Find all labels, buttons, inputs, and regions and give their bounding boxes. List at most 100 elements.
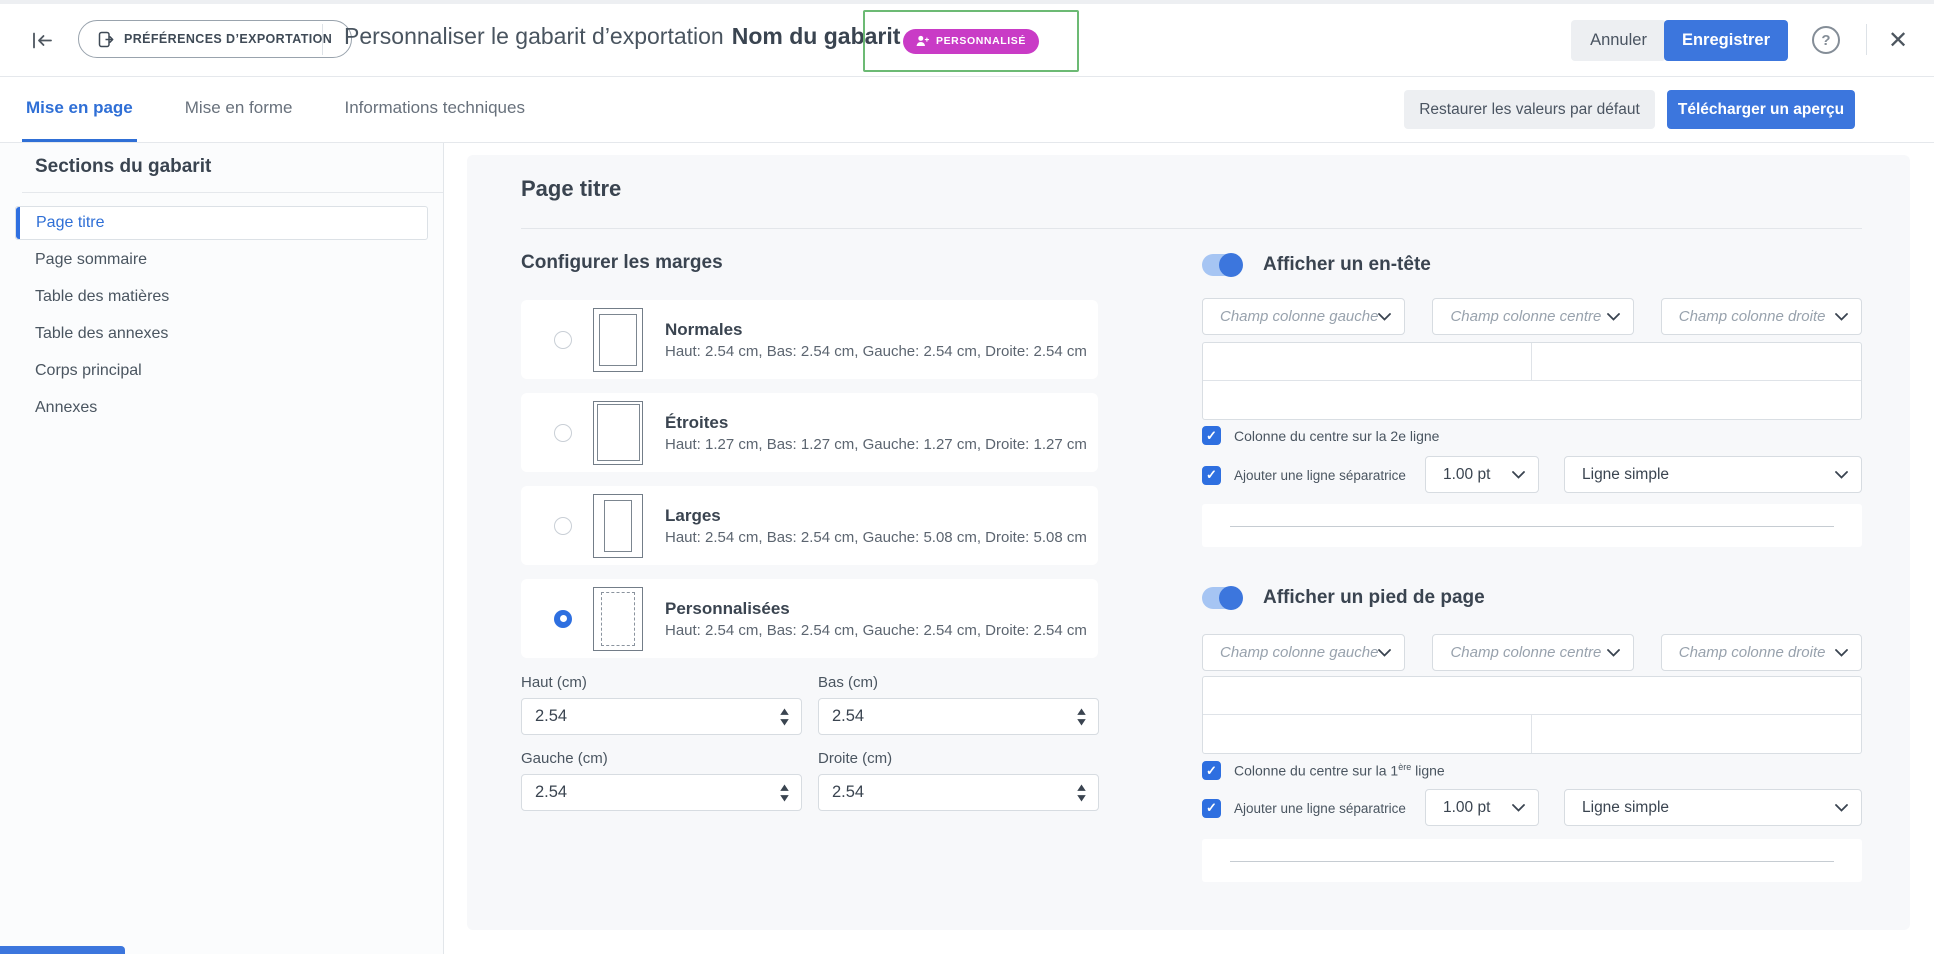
toggle-knob (1219, 253, 1243, 277)
number-input[interactable] (522, 775, 801, 810)
preview-row (1203, 343, 1861, 381)
footer-right-column-dropdown[interactable]: Champ colonne droite (1661, 634, 1862, 671)
dropdown-value: Ligne simple (1582, 799, 1669, 817)
haut-input[interactable] (521, 698, 802, 735)
person-icon (916, 35, 929, 47)
margin-narrow-icon (593, 401, 643, 465)
dropdown-placeholder: Champ colonne centre (1450, 644, 1601, 661)
chevron-down-icon (1607, 649, 1620, 657)
margin-option-etroites[interactable]: ÉtroitesHaut: 1.27 cm, Bas: 1.27 cm, Gau… (521, 393, 1098, 472)
radio-button[interactable] (554, 517, 572, 535)
help-icon[interactable] (1812, 26, 1840, 54)
section-title: Page titre (521, 176, 621, 202)
preview-cell (1532, 715, 1861, 753)
number-input[interactable] (522, 699, 801, 734)
preview-row (1203, 381, 1861, 419)
tab-mise-en-forme[interactable]: Mise en forme (181, 77, 297, 142)
back-button[interactable] (24, 22, 60, 58)
gauche-input[interactable] (521, 774, 802, 811)
tabs-bar: Mise en page Mise en forme Informations … (0, 77, 1934, 143)
footer-separator-width-dropdown[interactable]: 1.00 pt (1425, 789, 1539, 826)
footer-separator-preview (1202, 839, 1862, 882)
stepper-icon[interactable] (1076, 784, 1087, 801)
stepper-icon[interactable] (779, 784, 790, 801)
divider (322, 24, 323, 55)
toggle-knob (1219, 586, 1243, 610)
divider (1866, 24, 1867, 55)
radio-button[interactable] (554, 424, 572, 442)
checkbox[interactable] (1202, 466, 1221, 485)
field-label: Gauche (cm) (521, 750, 802, 767)
margin-option-label: Larges (665, 506, 1087, 526)
collapse-left-icon (32, 32, 53, 49)
field-label: Haut (cm) (521, 674, 802, 691)
sidebar-item-page-sommaire[interactable]: Page sommaire (15, 243, 428, 277)
download-preview-button[interactable]: Télécharger un aperçu (1667, 90, 1855, 129)
dropdown-value: 1.00 pt (1443, 799, 1490, 817)
save-button[interactable]: Enregistrer (1664, 20, 1788, 61)
margin-option-label: Normales (665, 320, 1087, 340)
sidebar-item-annexes[interactable]: Annexes (15, 391, 428, 425)
margin-option-desc: Haut: 2.54 cm, Bas: 2.54 cm, Gauche: 5.0… (665, 529, 1087, 546)
stepper-icon[interactable] (1076, 708, 1087, 725)
margin-normal-icon (593, 308, 643, 372)
footer-toggle[interactable] (1202, 587, 1242, 609)
chevron-down-icon (1512, 471, 1525, 479)
footer-center-line-row: Colonne du centre sur la 1ère ligne (1202, 761, 1445, 780)
cancel-button[interactable]: Annuler (1571, 20, 1666, 61)
footer-field-dropdowns: Champ colonne gauche Champ colonne centr… (1202, 634, 1862, 671)
checkbox[interactable] (1202, 426, 1221, 445)
field-haut: Haut (cm) (521, 674, 802, 735)
header-center-column-dropdown[interactable]: Champ colonne centre (1432, 298, 1633, 335)
header-right-column-dropdown[interactable]: Champ colonne droite (1661, 298, 1862, 335)
customized-badge-label: PERSONNALISÉ (936, 35, 1026, 47)
header-separator-preview (1202, 504, 1862, 547)
separator-line (1230, 861, 1834, 862)
dropdown-placeholder: Champ colonne gauche (1220, 644, 1378, 661)
number-input[interactable] (819, 699, 1098, 734)
header-left-column-dropdown[interactable]: Champ colonne gauche (1202, 298, 1405, 335)
stepper-icon[interactable] (779, 708, 790, 725)
export-preferences-button[interactable]: PRÉFÉRENCES D’EXPORTATION (78, 20, 352, 58)
radio-button[interactable] (554, 331, 572, 349)
sidebar-item-table-des-annexes[interactable]: Table des annexes (15, 317, 428, 351)
margin-option-personnalisees[interactable]: PersonnaliséesHaut: 2.54 cm, Bas: 2.54 c… (521, 579, 1098, 658)
margin-option-larges[interactable]: Larges Haut: 2.54 cm, Bas: 2.54 cm, Gauch… (521, 486, 1098, 565)
footer-left-column-dropdown[interactable]: Champ colonne gauche (1202, 634, 1405, 671)
sidebar-item-page-titre[interactable]: Page titre (15, 206, 428, 240)
sidebar-item-table-des-matieres[interactable]: Table des matières (15, 280, 428, 314)
tab-informations-techniques[interactable]: Informations techniques (340, 77, 529, 142)
export-preferences-label: PRÉFÉRENCES D’EXPORTATION (124, 32, 332, 46)
close-icon[interactable] (1882, 24, 1914, 56)
footer-center-column-dropdown[interactable]: Champ colonne centre (1432, 634, 1633, 671)
footer-separator-style-dropdown[interactable]: Ligne simple (1564, 789, 1862, 826)
checkbox-label: Ajouter une ligne séparatrice (1234, 468, 1406, 483)
radio-button[interactable] (554, 610, 572, 628)
header-separator-width-dropdown[interactable]: 1.00 pt (1425, 456, 1539, 493)
field-label: Bas (cm) (818, 674, 1099, 691)
horizontal-scrollbar-thumb[interactable] (0, 946, 125, 954)
margin-option-desc: Haut: 1.27 cm, Bas: 1.27 cm, Gauche: 1.2… (665, 436, 1087, 453)
header-separator-style-dropdown[interactable]: Ligne simple (1564, 456, 1862, 493)
dropdown-placeholder: Champ colonne droite (1679, 644, 1826, 661)
header-toggle[interactable] (1202, 254, 1242, 276)
chevron-down-icon (1512, 804, 1525, 812)
footer-toggle-label: Afficher un pied de page (1263, 587, 1485, 609)
template-sections-sidebar: Sections du gabarit Page titre Page somm… (0, 143, 444, 954)
preview-row (1203, 715, 1861, 753)
bas-input[interactable] (818, 698, 1099, 735)
checkbox[interactable] (1202, 799, 1221, 818)
header-field-dropdowns: Champ colonne gauche Champ colonne centr… (1202, 298, 1862, 335)
droite-input[interactable] (818, 774, 1099, 811)
divider (22, 192, 443, 193)
tab-mise-en-page[interactable]: Mise en page (22, 77, 137, 142)
chevron-down-icon (1835, 649, 1848, 657)
margin-option-normales[interactable]: NormalesHaut: 2.54 cm, Bas: 2.54 cm, Gau… (521, 300, 1098, 379)
sidebar-title: Sections du gabarit (35, 156, 211, 178)
restore-defaults-button[interactable]: Restaurer les valeurs par défaut (1404, 90, 1655, 129)
footer-separator-row: Ajouter une ligne séparatrice 1.00 pt Li… (1202, 789, 1862, 827)
number-input[interactable] (819, 775, 1098, 810)
sidebar-item-corps-principal[interactable]: Corps principal (15, 354, 428, 388)
checkbox[interactable] (1202, 761, 1221, 780)
checkbox-label: Colonne du centre sur la 2e ligne (1234, 428, 1439, 444)
